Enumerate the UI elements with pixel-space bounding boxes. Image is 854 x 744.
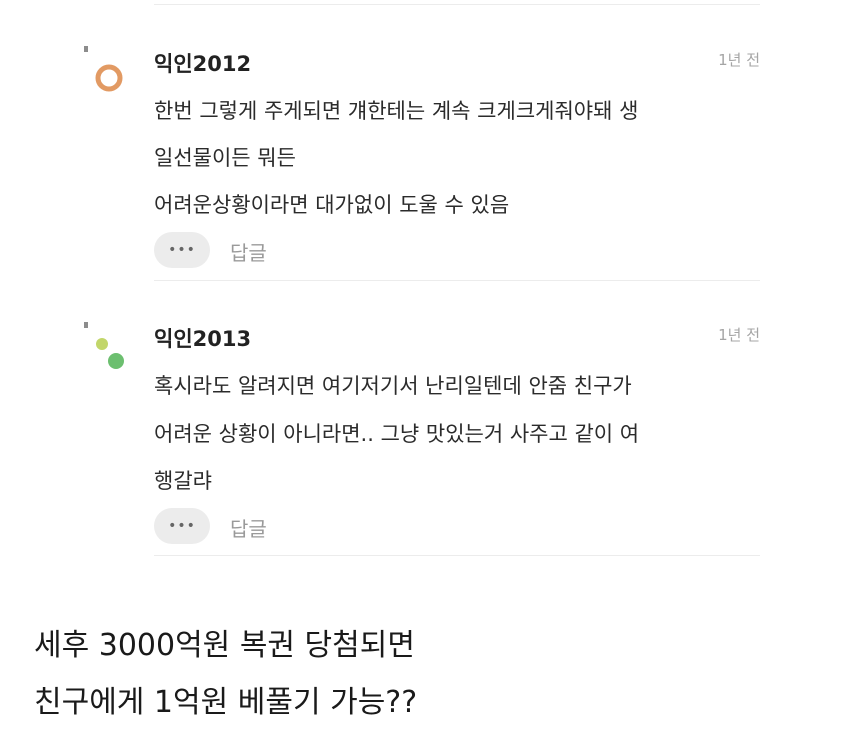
comment-time: 1년 전 [718,51,760,69]
avatar-ring-icon [95,64,123,92]
more-options-button[interactable]: ••• [154,232,210,268]
reply-button[interactable]: 답글 [230,237,267,266]
comment-text-line: 행갈랴 [154,469,212,493]
more-options-button[interactable]: ••• [154,508,210,544]
comment-divider [154,555,760,556]
ellipsis-icon: ••• [168,518,196,534]
avatar [84,322,124,369]
comment-text-line: 한번 그렇게 주게되면 걔한테는 계속 크게크게줘야돼 생 [154,99,639,123]
caption-line: 친구에게 1억원 베풀기 가능?? [34,685,418,720]
comment-time: 1년 전 [718,326,760,344]
comment-text-line: 어려운상황이라면 대가없이 도울 수 있음 [154,193,510,217]
avatar-marker [84,46,88,52]
comment-username[interactable]: 익인2012 [154,48,251,78]
caption-line: 세후 3000억원 복권 당첨되면 [34,628,415,663]
comment-username[interactable]: 익인2013 [154,323,251,353]
reply-button[interactable]: 답글 [230,513,267,542]
avatar-marker [84,322,88,328]
comment-text-line: 혹시라도 알려지면 여기저기서 난리일텐데 안줌 친구가 [154,374,632,398]
comment-divider [154,280,760,281]
avatar [84,46,123,92]
comment-text-line: 어려운 상황이 아니라면.. 그냥 맛있는거 사주고 같이 여 [154,422,640,446]
avatar-dot-icon [96,338,108,350]
comment-text-line: 일선물이든 뭐든 [154,146,296,170]
avatar-dot-icon [108,353,124,369]
top-divider [154,4,760,5]
ellipsis-icon: ••• [168,242,196,258]
